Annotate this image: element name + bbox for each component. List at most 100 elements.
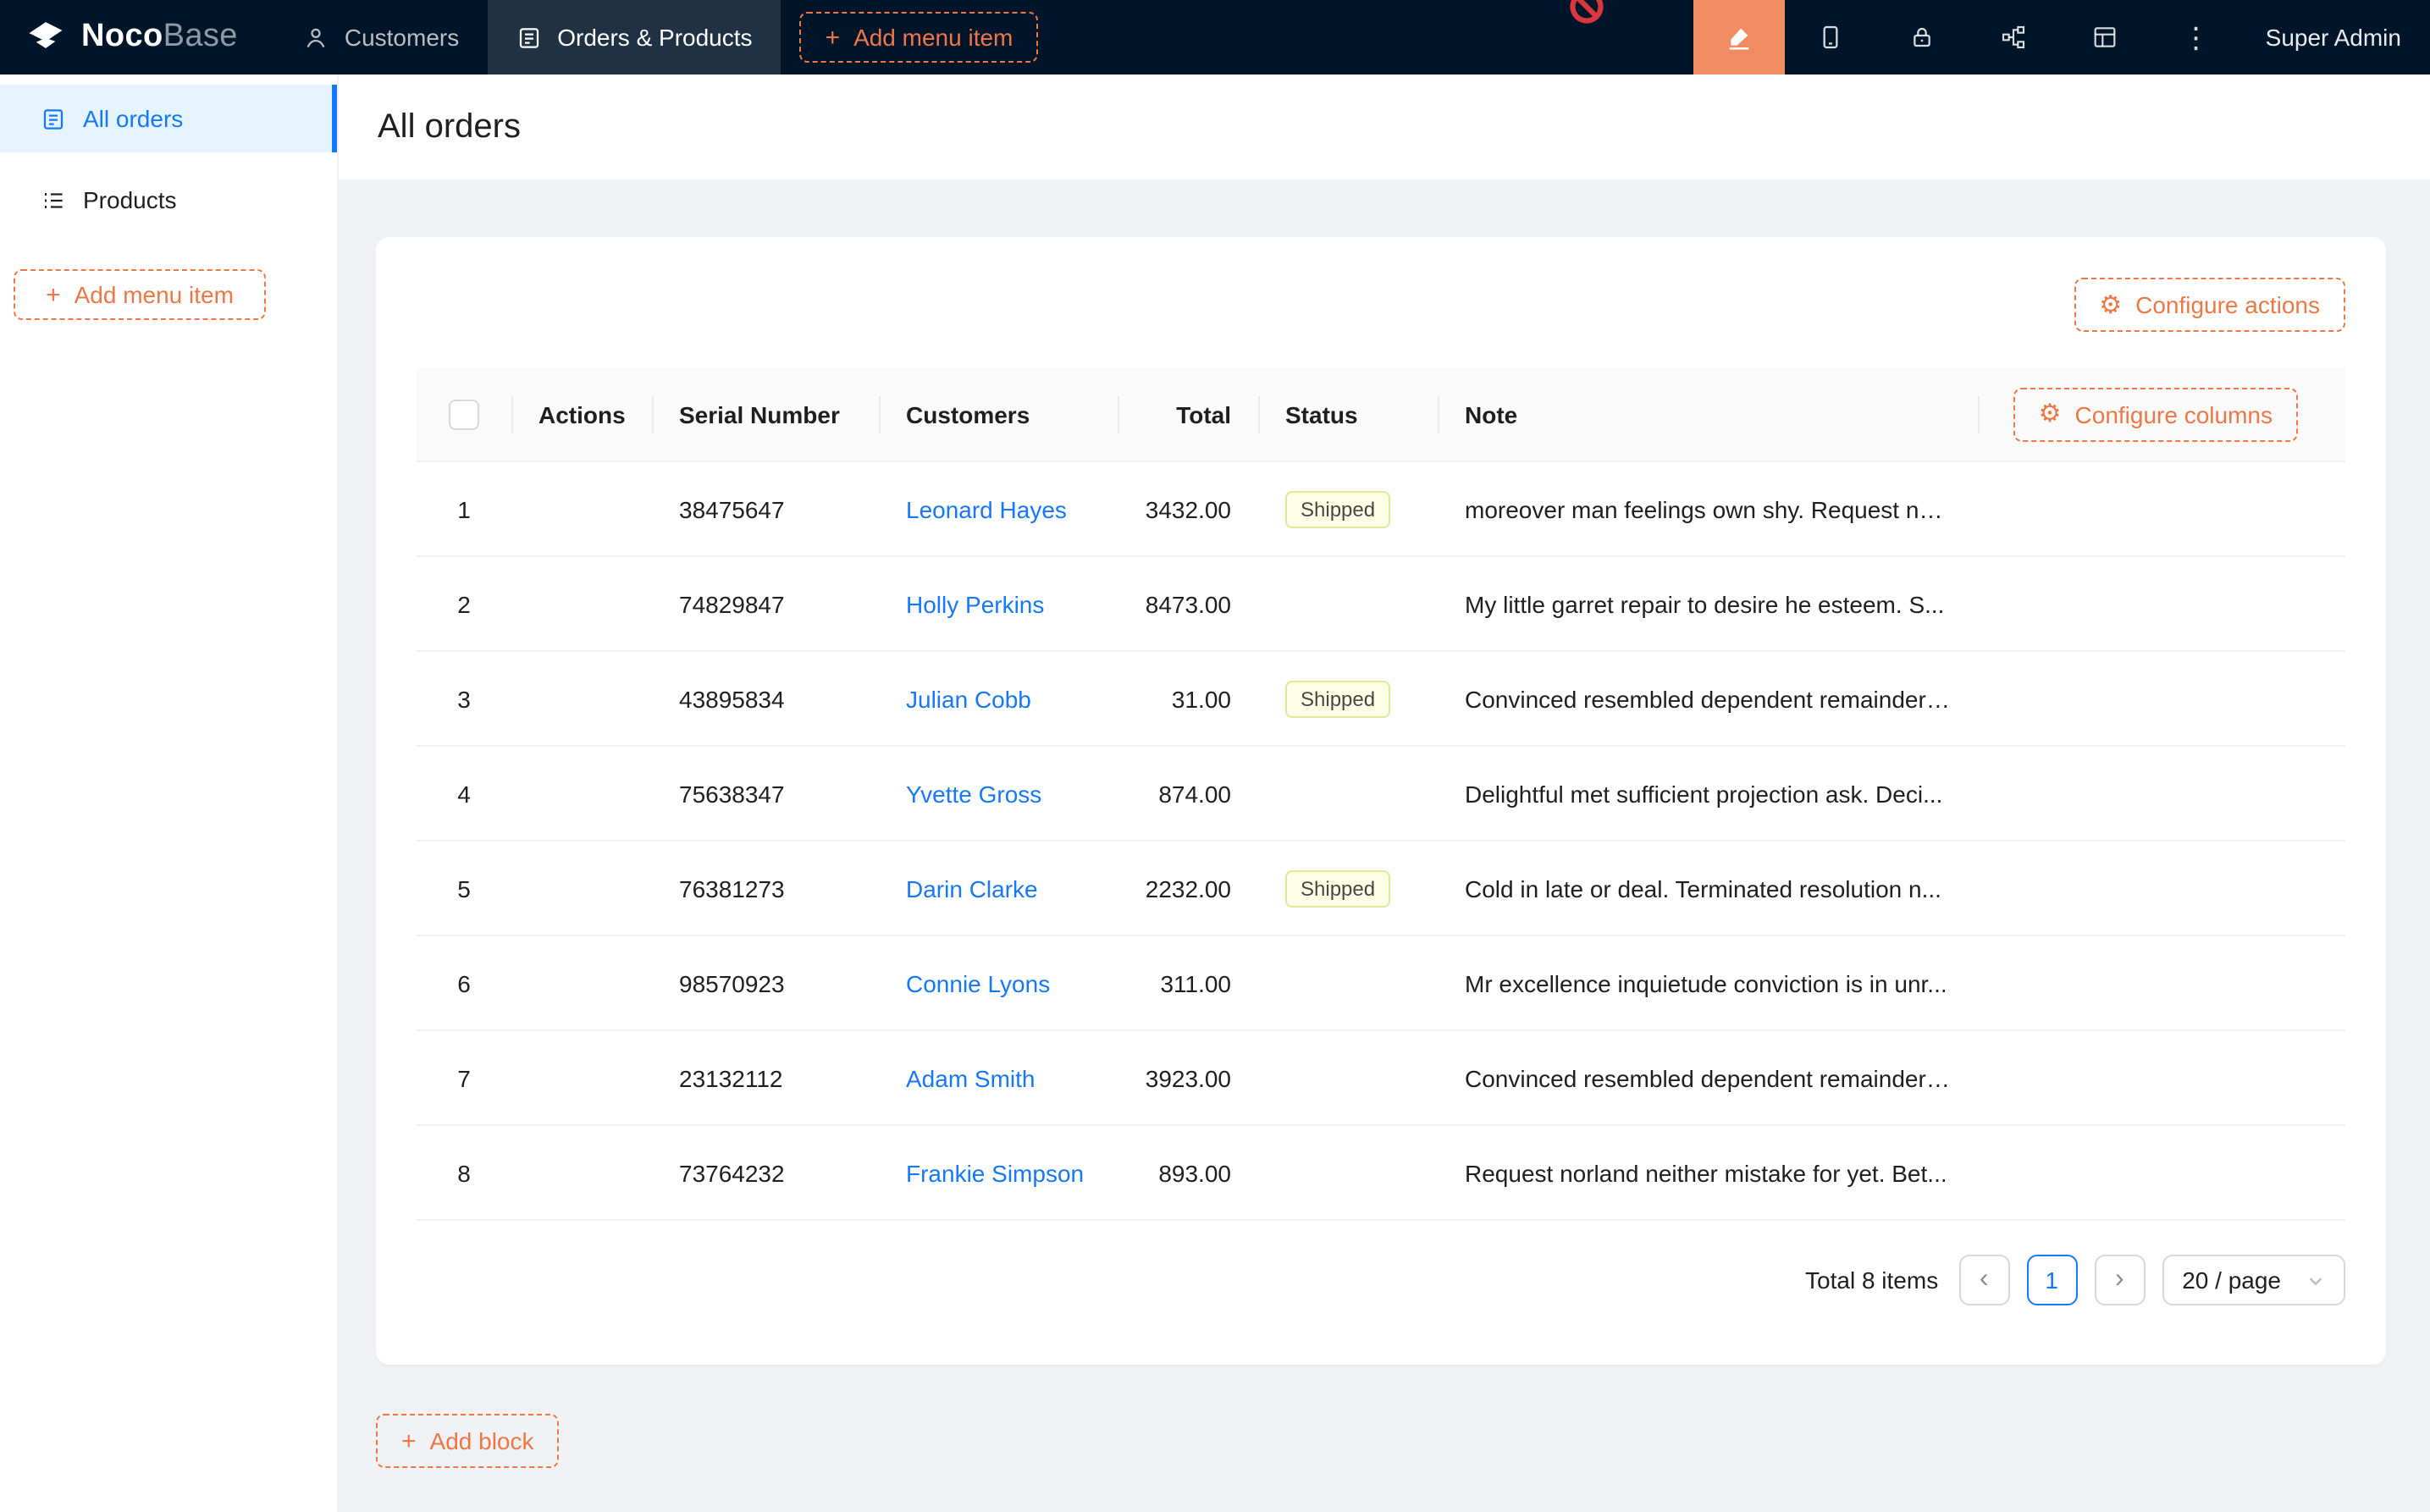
column-header-customers: Customers: [879, 367, 1118, 461]
highlighter-icon: [1726, 24, 1753, 51]
row-actions-cell: [511, 556, 652, 651]
serial-number-cell: 76381273: [652, 841, 879, 935]
note-cell: Delightful met sufficient projection ask…: [1438, 746, 1978, 841]
total-cell: 31.00: [1118, 651, 1258, 746]
column-header-actions: Actions: [511, 367, 652, 461]
plus-icon: +: [826, 25, 841, 50]
plus-icon: +: [46, 282, 61, 307]
top-menu-customers[interactable]: Customers: [275, 0, 488, 74]
add-menu-item-button-sidebar[interactable]: + Add menu item: [14, 269, 266, 320]
chevron-down-icon: [2306, 1271, 2325, 1289]
table-row: 3 43895834 Julian Cobb 31.00 Shipped Con…: [417, 651, 2345, 746]
serial-number-cell: 38475647: [652, 461, 879, 556]
gear-icon: ⚙: [2099, 292, 2122, 317]
column-header-serial-number: Serial Number: [652, 367, 879, 461]
user-menu[interactable]: Super Admin: [2242, 24, 2430, 51]
ellipsis-icon: ⋮: [2182, 23, 2211, 52]
pagination-page-button[interactable]: 1: [2026, 1255, 2077, 1305]
status-badge: Shipped: [1285, 490, 1390, 527]
note-cell: Request norland neither mistake for yet.…: [1438, 1125, 1978, 1220]
note-cell: Convinced resembled dependent remainder …: [1438, 651, 1978, 746]
row-index: 6: [417, 935, 511, 1030]
settings-center-button[interactable]: [2059, 0, 2151, 74]
table-actions-bar: ⚙ Configure actions: [417, 278, 2345, 332]
row-index: 4: [417, 746, 511, 841]
customer-link[interactable]: Connie Lyons: [906, 969, 1050, 996]
sidebar-item-all-orders[interactable]: All orders: [0, 85, 337, 152]
row-actions-cell: [511, 1125, 652, 1220]
customer-link[interactable]: Darin Clarke: [906, 875, 1038, 902]
page-title: All orders: [378, 108, 521, 146]
form-icon: [41, 106, 66, 131]
table-row: 1 38475647 Leonard Hayes 3432.00 Shipped…: [417, 461, 2345, 556]
row-index: 3: [417, 651, 511, 746]
add-menu-item-button-header[interactable]: + Add menu item: [800, 12, 1039, 63]
customer-link[interactable]: Frankie Simpson: [906, 1159, 1084, 1186]
sidebar: All orders Products + Add menu item: [0, 74, 339, 1512]
top-menu-label: Customers: [345, 24, 459, 51]
partition-icon: [2000, 24, 2027, 51]
table-row: 6 98570923 Connie Lyons 311.00 Mr excell…: [417, 935, 2345, 1030]
sidebar-item-products[interactable]: Products: [0, 166, 337, 234]
table-row: 8 73764232 Frankie Simpson 893.00 Reques…: [417, 1125, 2345, 1220]
add-block-button[interactable]: + Add block: [376, 1414, 560, 1468]
lock-button[interactable]: [1876, 0, 1968, 74]
more-button[interactable]: ⋮: [2151, 0, 2242, 74]
row-actions-cell: [511, 746, 652, 841]
page-size-select[interactable]: 20 / page: [2162, 1255, 2345, 1305]
row-index: 2: [417, 556, 511, 651]
note-cell: Convinced resembled dependent remainder …: [1438, 1030, 1978, 1125]
pagination-next-button[interactable]: ›: [2094, 1255, 2145, 1305]
column-header-note: Note: [1438, 367, 1978, 461]
status-badge: Shipped: [1285, 869, 1390, 907]
select-all-checkbox[interactable]: [449, 399, 479, 429]
layout-icon: [2091, 24, 2118, 51]
table-row: 5 76381273 Darin Clarke 2232.00 Shipped …: [417, 841, 2345, 935]
status-badge: Shipped: [1285, 680, 1390, 717]
serial-number-cell: 98570923: [652, 935, 879, 1030]
pagination-total: Total 8 items: [1805, 1266, 1938, 1294]
serial-number-cell: 23132112: [652, 1030, 879, 1125]
row-actions-cell: [511, 935, 652, 1030]
mobile-preview-button[interactable]: [1785, 0, 1876, 74]
column-header-status: Status: [1258, 367, 1438, 461]
sidebar-item-label: All orders: [83, 105, 183, 132]
customer-link[interactable]: Adam Smith: [906, 1064, 1036, 1091]
logo[interactable]: NocoBase: [0, 15, 262, 59]
customer-link[interactable]: Holly Perkins: [906, 590, 1044, 617]
total-cell: 3923.00: [1118, 1030, 1258, 1125]
row-index: 7: [417, 1030, 511, 1125]
note-cell: Mr excellence inquietude conviction is i…: [1438, 935, 1978, 1030]
total-cell: 874.00: [1118, 746, 1258, 841]
ui-editor-button[interactable]: [1693, 0, 1785, 74]
form-icon: [516, 25, 542, 50]
plugin-manager-button[interactable]: [1968, 0, 2059, 74]
page-content: ⚙ Configure actions Actions Serial Numbe…: [339, 179, 2430, 1509]
configure-columns-button[interactable]: ⚙ Configure columns: [2013, 387, 2298, 441]
table-row: 4 75638347 Yvette Gross 874.00 Delightfu…: [417, 746, 2345, 841]
nocobase-logo-icon: [24, 15, 68, 59]
serial-number-cell: 74829847: [652, 556, 879, 651]
pagination-prev-button[interactable]: ‹: [1958, 1255, 2009, 1305]
not-allowed-cursor-icon: [1568, 0, 1605, 25]
top-menu-orders-products[interactable]: Orders & Products: [488, 0, 781, 74]
chevron-right-icon: ›: [2115, 1266, 2124, 1294]
lock-icon: [1908, 24, 1936, 51]
configure-actions-button[interactable]: ⚙ Configure actions: [2074, 278, 2345, 332]
top-menu-label: Orders & Products: [557, 24, 752, 51]
customer-link[interactable]: Julian Cobb: [906, 685, 1031, 712]
sidebar-item-label: Products: [83, 186, 177, 213]
total-cell: 3432.00: [1118, 461, 1258, 556]
list-icon: [41, 187, 66, 212]
mobile-icon: [1817, 24, 1844, 51]
table-header-row: Actions Serial Number Customers Total St…: [417, 367, 2345, 461]
logo-text: NocoBase: [81, 19, 238, 56]
customer-link[interactable]: Yvette Gross: [906, 780, 1041, 807]
plus-icon: +: [401, 1428, 417, 1454]
total-cell: 2232.00: [1118, 841, 1258, 935]
table-row: 2 74829847 Holly Perkins 8473.00 My litt…: [417, 556, 2345, 651]
table-row: 7 23132112 Adam Smith 3923.00 Convinced …: [417, 1030, 2345, 1125]
customer-link[interactable]: Leonard Hayes: [906, 495, 1067, 522]
page-header: All orders: [339, 74, 2430, 179]
orders-table: Actions Serial Number Customers Total St…: [417, 367, 2345, 1221]
